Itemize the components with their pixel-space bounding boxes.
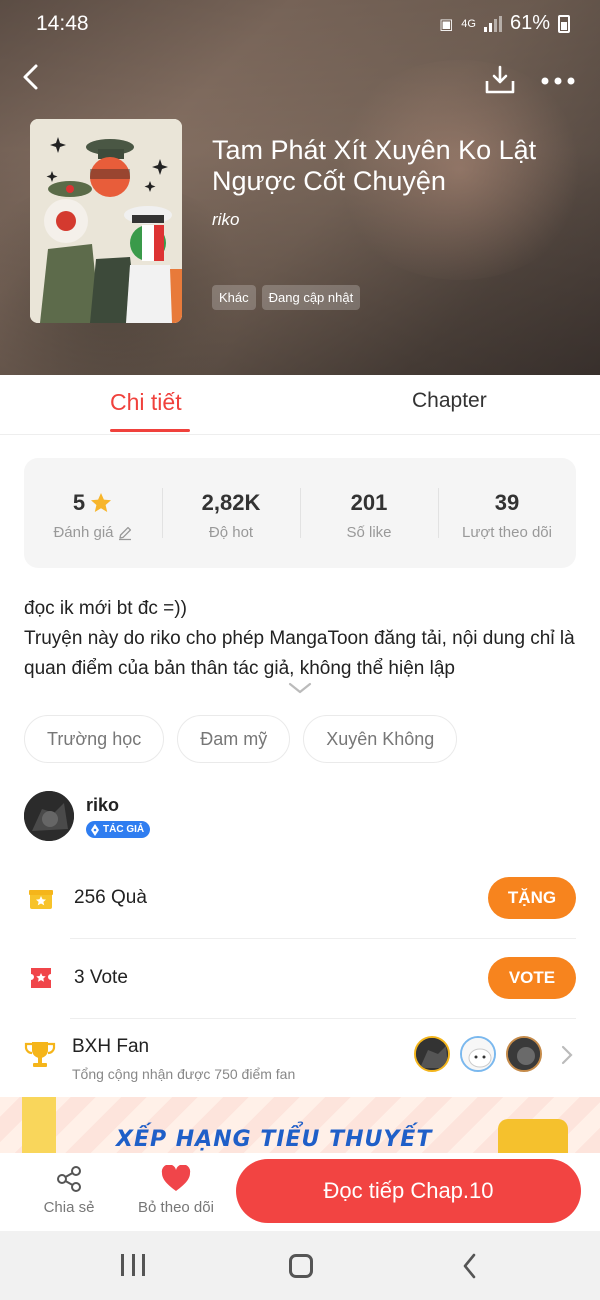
fan-ranking-subtitle: Tổng cộng nhận được 750 điểm fan bbox=[72, 1066, 296, 1082]
star-icon bbox=[91, 493, 112, 512]
vote-count: 3 bbox=[74, 967, 85, 988]
stat-follows: 39 Lượt theo dõi bbox=[438, 458, 576, 568]
stat-hot: 2,82K Độ hot bbox=[162, 458, 300, 568]
divider bbox=[70, 1018, 576, 1019]
battery-percent: 61% bbox=[509, 12, 550, 34]
rating-label: Đánh giá bbox=[53, 524, 114, 541]
vote-button[interactable]: VOTE bbox=[488, 957, 576, 999]
send-gift-button[interactable]: TẶNG bbox=[488, 877, 576, 919]
fan-avatar-1 bbox=[414, 1036, 450, 1072]
comic-title: Tam Phát Xít Xuyên Ko Lật Ngược Cốt Chuy… bbox=[212, 135, 537, 196]
gift-icon bbox=[24, 881, 58, 915]
stat-rating[interactable]: 5 Đánh giá bbox=[24, 458, 162, 568]
notification-icon: ▣ bbox=[439, 15, 454, 33]
system-navigation-bar bbox=[0, 1231, 600, 1300]
vote-ticket-icon bbox=[24, 961, 58, 995]
share-icon bbox=[40, 1163, 98, 1195]
genre-tag-bl[interactable]: Đam mỹ bbox=[177, 715, 291, 763]
genre-tag-school[interactable]: Trường học bbox=[24, 715, 165, 763]
back-button[interactable] bbox=[18, 60, 48, 94]
description-line-2: Truyện này do riko cho phép MangaToon đă… bbox=[24, 628, 575, 679]
share-label: Chia sẻ bbox=[43, 1199, 95, 1216]
author-name[interactable]: riko bbox=[86, 795, 119, 816]
status-time: 14:48 bbox=[36, 12, 89, 35]
trophy-icon bbox=[24, 1040, 56, 1075]
chevron-right-icon bbox=[561, 1045, 573, 1065]
vote-row: 3 Vote VOTE bbox=[24, 938, 576, 1018]
active-tab-indicator bbox=[110, 429, 190, 432]
gift-label: Quà bbox=[110, 887, 147, 908]
chevron-left-icon bbox=[23, 64, 38, 90]
description-line-1: đọc ik mới bt đc =)) bbox=[24, 598, 187, 619]
tab-detail[interactable]: Chi tiết bbox=[110, 389, 182, 416]
signal-icon bbox=[483, 15, 502, 32]
stat-likes: 201 Số like bbox=[300, 458, 438, 568]
expand-description-button[interactable] bbox=[286, 680, 314, 696]
top-fans[interactable] bbox=[414, 1036, 542, 1072]
author-badge-label: TÁC GIẢ bbox=[103, 824, 145, 835]
chevron-left-icon bbox=[463, 1253, 476, 1279]
comic-description[interactable]: đọc ik mới bt đc =)) Truyện này do riko … bbox=[24, 594, 584, 684]
network-type: 4G bbox=[461, 17, 476, 30]
bottom-action-bar: Chia sẻ Bỏ theo dõi Đọc tiếp Chap.10 bbox=[0, 1153, 600, 1231]
download-button[interactable] bbox=[484, 64, 516, 96]
gift-count: 256 bbox=[74, 887, 106, 908]
banner-trophy-image bbox=[498, 1119, 568, 1153]
tab-bar: Chi tiết Chapter bbox=[0, 375, 600, 435]
tag-category: Khác bbox=[212, 285, 256, 310]
fan-avatar-2 bbox=[460, 1036, 496, 1072]
rating-value: 5 bbox=[72, 490, 86, 515]
hot-value: 2,82K bbox=[201, 490, 261, 515]
chevron-down-icon bbox=[288, 682, 312, 694]
fan-avatar-3 bbox=[506, 1036, 542, 1072]
more-dots-icon bbox=[541, 77, 575, 85]
status-bar: 14:48 ▣ 4G 61% bbox=[0, 10, 600, 38]
edit-pencil-icon bbox=[118, 526, 131, 540]
follows-label: Lượt theo dõi bbox=[462, 524, 552, 541]
likes-value: 201 bbox=[350, 490, 388, 515]
continue-reading-button[interactable]: Đọc tiếp Chap.10 bbox=[236, 1159, 581, 1223]
tab-chapter[interactable]: Chapter bbox=[412, 389, 487, 413]
recent-apps-button[interactable] bbox=[121, 1254, 145, 1276]
unfollow-button[interactable]: Bỏ theo dõi bbox=[134, 1163, 218, 1216]
heart-icon bbox=[134, 1163, 218, 1195]
follows-value: 39 bbox=[494, 490, 520, 515]
stats-card: 5 Đánh giá 2,82K Độ hot 201 Số like 39 L… bbox=[24, 458, 576, 568]
home-button[interactable] bbox=[289, 1254, 313, 1278]
author-badge: TÁC GIẢ bbox=[86, 821, 151, 838]
download-icon bbox=[485, 65, 515, 94]
likes-label: Số like bbox=[346, 524, 392, 541]
banner-text: XẾP HẠNG TIỂU THUYẾT bbox=[116, 1127, 433, 1152]
hot-label: Độ hot bbox=[208, 524, 254, 541]
fan-ranking-arrow[interactable] bbox=[560, 1044, 574, 1072]
comic-cover-image bbox=[30, 119, 182, 323]
more-options-button[interactable] bbox=[540, 68, 580, 88]
ranking-banner[interactable]: XẾP HẠNG TIỂU THUYẾT bbox=[0, 1097, 600, 1153]
unfollow-label: Bỏ theo dõi bbox=[138, 1199, 214, 1216]
genre-tags: Trường học Đam mỹ Xuyên Không bbox=[24, 715, 458, 763]
comic-header: 14:48 ▣ 4G 61% Tam Phát Xít Xuyên Ko Lật… bbox=[0, 0, 600, 375]
vote-label: Vote bbox=[89, 967, 128, 988]
tag-status: Đang cập nhật bbox=[261, 285, 361, 310]
fan-ranking-title[interactable]: BXH Fan bbox=[72, 1036, 149, 1058]
banner-decoration bbox=[22, 1097, 56, 1153]
genre-tag-isekai[interactable]: Xuyên Không bbox=[303, 715, 458, 763]
status-icons: ▣ 4G 61% bbox=[439, 12, 570, 35]
system-back-button[interactable] bbox=[460, 1251, 480, 1281]
comic-tags: Khác Đang cập nhật bbox=[212, 285, 361, 310]
pen-nib-icon bbox=[91, 823, 99, 836]
author-avatar[interactable] bbox=[24, 791, 74, 841]
battery-icon bbox=[558, 14, 570, 33]
comic-author[interactable]: riko bbox=[212, 210, 239, 230]
gift-row: 256 Quà TẶNG bbox=[24, 858, 576, 938]
share-button[interactable]: Chia sẻ bbox=[40, 1163, 98, 1216]
